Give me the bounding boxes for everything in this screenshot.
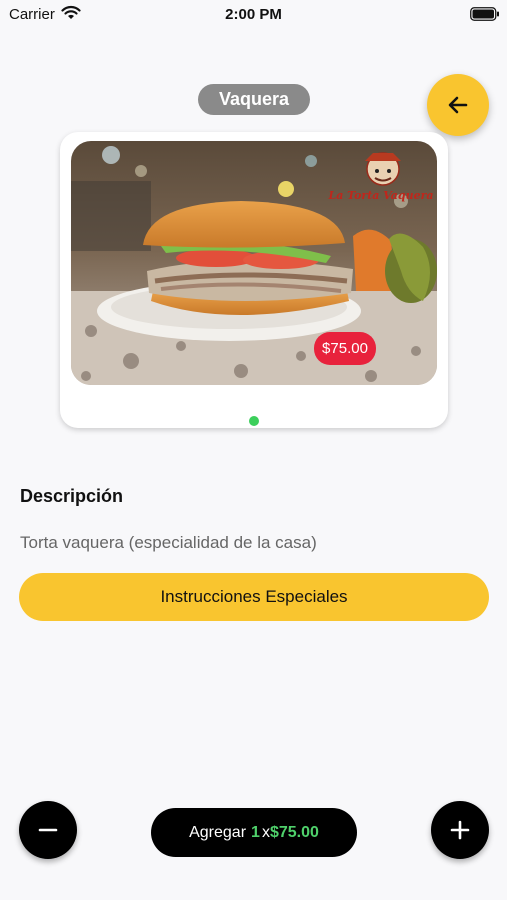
status-bar: Carrier 2:00 PM	[0, 0, 507, 30]
special-instructions-button[interactable]: Instrucciones Especiales	[19, 573, 489, 621]
product-photo[interactable]: La Torta Vaquera	[71, 141, 437, 385]
page-indicator-dot	[249, 416, 259, 426]
increase-quantity-button[interactable]	[431, 801, 489, 859]
add-label: Agregar	[189, 823, 247, 841]
price-badge: $75.00	[314, 332, 376, 365]
quantity-value: 1	[251, 823, 260, 841]
svg-text:La Torta Vaquera: La Torta Vaquera	[327, 189, 433, 202]
minus-icon	[38, 828, 58, 832]
battery-icon	[470, 7, 499, 21]
description-heading: Descripción	[20, 486, 124, 506]
add-to-cart-button[interactable]: Agregar 1 x $75.00	[151, 808, 357, 857]
clock: 2:00 PM	[225, 6, 282, 23]
arrow-left-icon	[448, 96, 468, 114]
plus-icon	[450, 820, 470, 840]
description-text: Torta vaquera (especialidad de la casa)	[20, 533, 317, 552]
decrease-quantity-button[interactable]	[19, 801, 77, 859]
times-sign: x	[261, 823, 270, 841]
back-button[interactable]	[427, 74, 489, 136]
product-title: Vaquera	[198, 84, 310, 115]
total-price: $75.00	[269, 823, 319, 841]
